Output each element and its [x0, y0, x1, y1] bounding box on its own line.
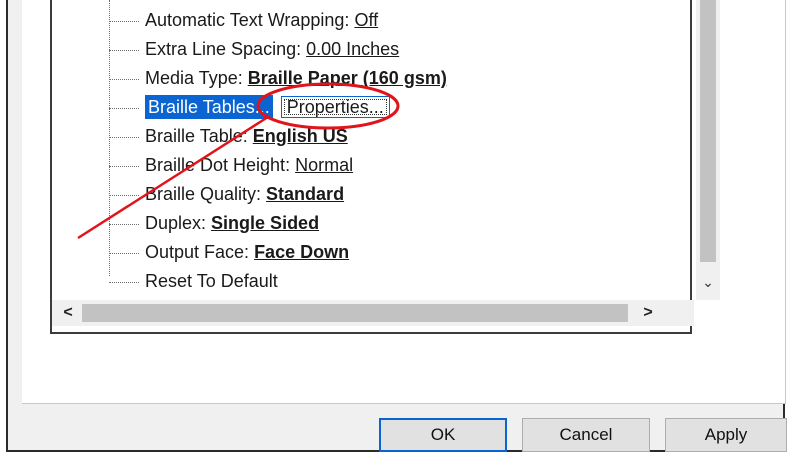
horizontal-scrollbar[interactable]: < > [52, 300, 694, 326]
tree-item-value[interactable]: Normal [295, 155, 353, 175]
tree-item-label: Extra Line Spacing: [145, 39, 307, 59]
tree-connector [109, 223, 139, 225]
advanced-options-tree: Automatic Text Wrapping: Off Extra Line … [50, 0, 720, 334]
tree-connector [109, 107, 139, 109]
tree-item-label: Duplex: [145, 213, 212, 233]
ok-button[interactable]: OK [379, 418, 507, 452]
tree-item-label: Braille Quality: [145, 184, 267, 204]
tree-connector [109, 136, 139, 138]
tree-item-output-face[interactable]: Output Face: Face Down [109, 240, 349, 264]
tree-item-label: Braille Dot Height: [145, 155, 296, 175]
tree-item-value[interactable]: Single Sided [211, 213, 319, 233]
tree-item-duplex[interactable]: Duplex: Single Sided [109, 211, 319, 235]
tree-item-value[interactable]: English US [253, 126, 348, 146]
tree-item-media-type[interactable]: Media Type: Braille Paper (160 gsm) [109, 66, 447, 90]
tree-connector [109, 49, 139, 51]
tree-item-value[interactable]: Face Down [254, 242, 349, 262]
tree-item-braille-dot-height[interactable]: Braille Dot Height: Normal [109, 153, 353, 177]
tree-item-braille-tables[interactable]: Braille Tables... Properties... [109, 95, 390, 119]
tree-item-label[interactable]: Reset To Default [145, 271, 278, 291]
chevron-right-icon[interactable]: > [636, 300, 660, 326]
vertical-scroll-thumb[interactable] [700, 0, 716, 262]
properties-button[interactable]: Properties... [280, 96, 390, 118]
tree-item-value[interactable]: 0.00 Inches [306, 39, 399, 59]
tree-item-reset-to-default[interactable]: Reset To Default [109, 269, 278, 293]
apply-button[interactable]: Apply [665, 418, 787, 452]
tree-item-braille-quality[interactable]: Braille Quality: Standard [109, 182, 344, 206]
dialog-frame: Automatic Text Wrapping: Off Extra Line … [6, 0, 787, 452]
tree-item-value[interactable]: Standard [266, 184, 344, 204]
chevron-down-icon[interactable]: ⌄ [696, 270, 720, 294]
horizontal-scroll-thumb[interactable] [82, 304, 628, 322]
tree-connector [109, 194, 139, 196]
vertical-scrollbar[interactable]: ⌄ [696, 0, 720, 300]
scrollbar-corner [666, 300, 692, 326]
tree-item-value[interactable]: Off [354, 10, 378, 30]
tree-connector [109, 165, 139, 167]
tree-item-label: Output Face: [145, 242, 255, 262]
tree-item-automatic-text-wrapping[interactable]: Automatic Text Wrapping: Off [109, 8, 378, 32]
settings-panel: Automatic Text Wrapping: Off Extra Line … [22, 0, 786, 404]
tree-connector [109, 281, 139, 283]
tree-item-value[interactable]: Braille Paper (160 gsm) [248, 68, 447, 88]
tree-item-label: Automatic Text Wrapping: [145, 10, 355, 30]
tree-connector [109, 20, 139, 22]
tree-item-label-selected[interactable]: Braille Tables... [145, 95, 273, 119]
tree-item-label: Media Type: [145, 68, 248, 88]
tree-connector [109, 78, 139, 80]
chevron-left-icon[interactable]: < [56, 300, 80, 326]
tree-item-extra-line-spacing[interactable]: Extra Line Spacing: 0.00 Inches [109, 37, 399, 61]
cancel-button[interactable]: Cancel [522, 418, 650, 452]
tree-item-braille-table[interactable]: Braille Table: English US [109, 124, 348, 148]
tree-item-label: Braille Table: [145, 126, 253, 146]
tree-connector [109, 252, 139, 254]
